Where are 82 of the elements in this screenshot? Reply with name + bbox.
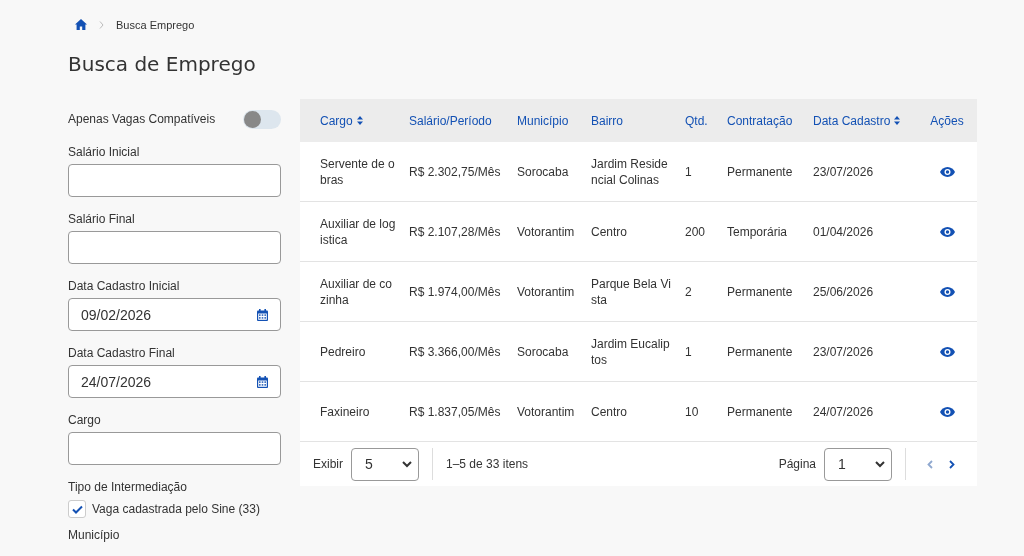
table-cell-text: R$ 1.974,00/Mês: [409, 283, 502, 300]
toggle-label: Apenas Vagas Compatíveis: [68, 112, 216, 126]
column-header: Contratação: [727, 113, 794, 128]
table-cell-text: 1: [685, 163, 693, 180]
eye-icon[interactable]: [939, 166, 955, 177]
table-cell-text: 23/07/2026: [813, 343, 875, 360]
table-cell-text: Jardim Eucaliptos: [591, 335, 671, 368]
table-cell-text: 25/06/2026: [813, 283, 875, 300]
table-cell-text: Auxiliar de cozinha: [320, 275, 394, 308]
table-cell-text: Temporária: [727, 223, 789, 240]
input-field[interactable]: [68, 164, 281, 197]
date-field[interactable]: 24/07/2026: [68, 365, 281, 398]
table-cell-text: Sorocaba: [517, 343, 570, 360]
checkbox[interactable]: [68, 500, 86, 518]
table-cell-text: Permanente: [727, 163, 794, 180]
eye-icon[interactable]: [939, 406, 955, 417]
table-cell-text: Votorantim: [517, 403, 576, 420]
column-header: Bairro: [591, 113, 624, 128]
table-cell-text: 1: [685, 343, 693, 360]
input-field[interactable]: [68, 231, 281, 264]
table-cell-text: Pedreiro: [320, 343, 367, 360]
column-header: Qtd.: [685, 113, 709, 128]
table-cell-text: Servente de obras: [320, 155, 396, 188]
breadcrumb-current: Busca Emprego: [116, 18, 195, 31]
table-cell-text: Jardim Residencial Colinas: [591, 155, 669, 188]
table-cell-text: Votorantim: [517, 283, 576, 300]
table-cell-text: 01/04/2026: [813, 223, 875, 240]
table-cell-text: R$ 2.107,28/Mês: [409, 223, 502, 240]
table-cell-text: Parque Bela Vista: [591, 275, 672, 308]
table-cell-text: 24/07/2026: [813, 403, 875, 420]
table-cell-text: 23/07/2026: [813, 163, 875, 180]
eye-icon[interactable]: [939, 346, 955, 357]
table-cell-text: Votorantim: [517, 223, 576, 240]
table-cell-text: Faxineiro: [320, 403, 371, 420]
checkbox-label: Vaga cadastrada pelo Sine (33): [92, 502, 260, 516]
table-cell-text: R$ 1.837,05/Mês: [409, 403, 502, 420]
table-cell-text: Centro: [591, 223, 629, 240]
select-field[interactable]: 5: [351, 447, 419, 481]
eye-icon[interactable]: [939, 286, 955, 297]
table-cell-text: Permanente: [727, 343, 794, 360]
chevron-icon: [99, 20, 104, 29]
table-cell-text: 200: [685, 223, 707, 240]
table-cell-text: Auxiliar de logistica: [320, 215, 397, 248]
chevron-left-icon: [927, 459, 933, 469]
section-label: Município: [68, 528, 121, 542]
field-label: Salário Final: [68, 212, 136, 226]
table-cell-text: 2: [685, 283, 693, 300]
field-label: Data Cadastro Final: [68, 346, 176, 360]
calendar-icon[interactable]: [257, 308, 268, 321]
column-header: Município: [517, 113, 570, 128]
checkmark-icon: [71, 504, 83, 514]
column-header: Salário/Período: [409, 113, 493, 128]
caret-icon: [402, 460, 412, 468]
field-label: Cargo: [68, 413, 102, 427]
show-label: Exibir: [313, 457, 343, 471]
toggle-switch[interactable]: [243, 109, 281, 129]
calendar-icon[interactable]: [257, 375, 268, 388]
column-header[interactable]: Cargo: [320, 113, 409, 128]
field-label: Salário Inicial: [68, 145, 141, 159]
column-header: Ações: [929, 113, 965, 128]
page-label: Página: [778, 457, 816, 471]
select-field[interactable]: 1: [824, 447, 892, 481]
item-range: 1–5 de 33 itens: [446, 457, 529, 471]
eye-icon[interactable]: [939, 226, 955, 237]
table-cell-text: Sorocaba: [517, 163, 570, 180]
home-icon[interactable]: [75, 19, 87, 30]
input-field[interactable]: [68, 432, 281, 465]
table-cell-text: 10: [685, 403, 700, 420]
chevron-right-icon: [949, 459, 955, 469]
column-header[interactable]: Data Cadastro: [813, 113, 925, 128]
table-cell-text: Permanente: [727, 403, 794, 420]
table-cell-text: Permanente: [727, 283, 794, 300]
table-cell-text: Centro: [591, 403, 629, 420]
sort-icon[interactable]: [356, 116, 363, 125]
section-label: Tipo de Intermediação: [68, 480, 188, 494]
table-cell-text: R$ 3.366,00/Mês: [409, 343, 502, 360]
table-cell-text: R$ 2.302,75/Mês: [409, 163, 502, 180]
caret-icon: [875, 460, 885, 468]
field-label: Data Cadastro Inicial: [68, 279, 181, 293]
date-field[interactable]: 09/02/2026: [68, 298, 281, 331]
page-title: Busca de Emprego: [68, 51, 257, 77]
sort-icon[interactable]: [894, 116, 901, 125]
